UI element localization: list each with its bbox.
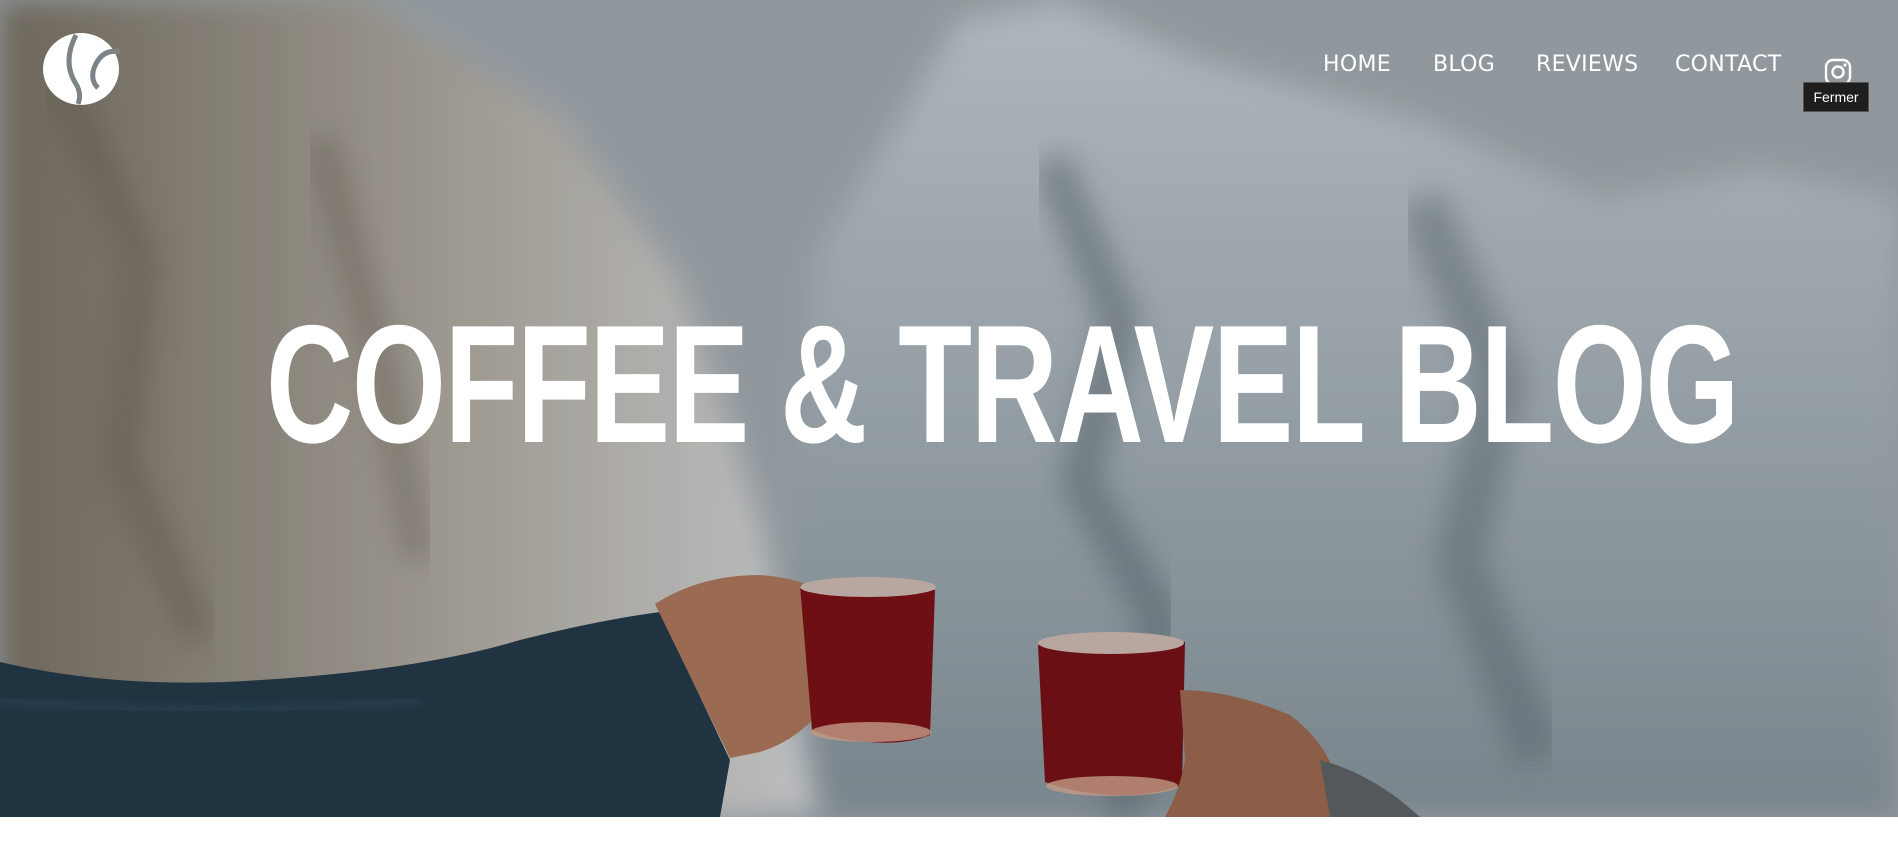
main-navigation: HOME BLOG REVIEWS CONTACT — [1300, 52, 1860, 92]
tooltip: Fermer — [1803, 82, 1869, 112]
nav-item-blog[interactable]: BLOG — [1433, 52, 1495, 77]
hero-section: HOME BLOG REVIEWS CONTACT Fermer COFFEE … — [0, 0, 1898, 817]
hero-title: COFFEE & TRAVEL BLOG — [266, 290, 1739, 478]
nav-item-reviews[interactable]: REVIEWS — [1536, 52, 1638, 77]
nav-item-home[interactable]: HOME — [1323, 52, 1391, 77]
coffee-bean-icon[interactable] — [42, 32, 120, 106]
nav-item-contact[interactable]: CONTACT — [1675, 52, 1781, 77]
